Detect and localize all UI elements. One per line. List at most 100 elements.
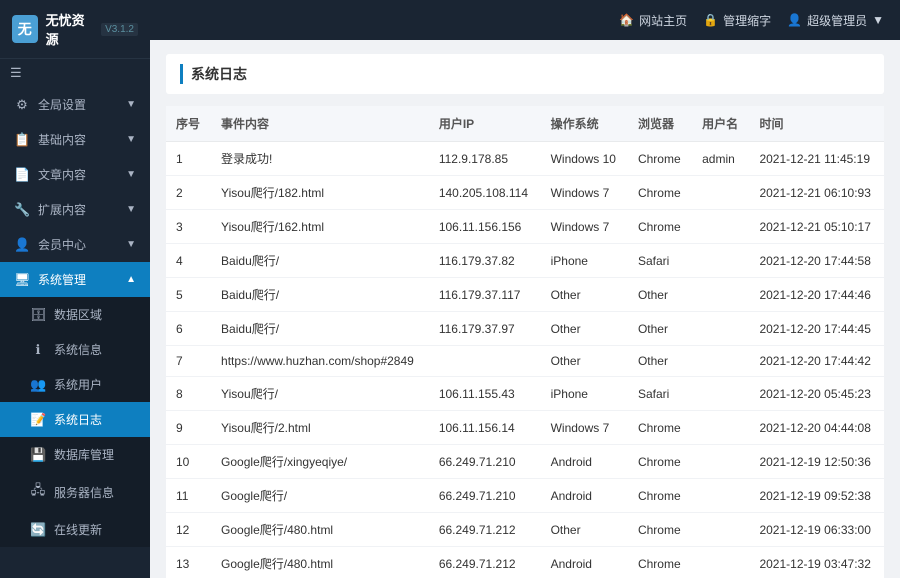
table-row: 8 Yisou爬行/ 106.11.155.43 iPhone Safari 2… [166, 377, 884, 411]
chevron-up-icon: ▲ [126, 274, 136, 285]
cell-browser: Chrome [628, 547, 692, 578]
table-header-row: 序号 事件内容 用户IP 操作系统 浏览器 用户名 时间 [166, 106, 884, 142]
user-menu[interactable]: 👤 超级管理员 ▼ [787, 12, 884, 29]
server-icon: 🖧 [30, 481, 46, 503]
table-row: 11 Google爬行/ 66.249.71.210 Android Chrom… [166, 479, 884, 513]
sidebar-item-xitong[interactable]: 🖥 系统管理 ▲ [0, 262, 150, 297]
sidebar-item-label: 系统信息 [54, 341, 102, 358]
sidebar-item-label: 数据库管理 [54, 446, 114, 463]
chevron-down-icon: ▼ [126, 169, 136, 180]
manager-link[interactable]: 🔒 管理缩字 [703, 12, 771, 29]
table-row: 12 Google爬行/480.html 66.249.71.212 Other… [166, 513, 884, 547]
cell-os: Android [541, 479, 628, 513]
cell-event: Baidu爬行/ [211, 244, 429, 278]
cell-os: iPhone [541, 244, 628, 278]
chevron-down-icon: ▼ [126, 204, 136, 215]
col-header-time: 时间 [749, 106, 884, 142]
cell-ip: 66.249.71.212 [429, 547, 541, 578]
cell-event: Yisou爬行/162.html [211, 210, 429, 244]
user-icon: 👤 [787, 13, 802, 27]
cell-ip: 112.9.178.85 [429, 142, 541, 176]
sidebar-item-huiyuan[interactable]: 👤 会员中心 ▼ [0, 227, 150, 262]
cell-time: 2021-12-21 11:45:19 [749, 142, 884, 176]
cell-os: Windows 7 [541, 210, 628, 244]
content-area: 系统日志 序号 事件内容 用户IP 操作系统 浏览器 用户名 时间 [150, 40, 900, 578]
sidebar-item-xitongrizi[interactable]: 📝 系统日志 [0, 402, 150, 437]
sidebar-item-shujuku[interactable]: 💾 数据库管理 [0, 437, 150, 472]
cell-time: 2021-12-20 17:44:45 [749, 312, 884, 346]
cell-os: Windows 7 [541, 176, 628, 210]
user-label: 超级管理员 [807, 12, 867, 29]
cell-ip: 140.205.108.114 [429, 176, 541, 210]
table-row: 13 Google爬行/480.html 66.249.71.212 Andro… [166, 547, 884, 578]
cell-event: Google爬行/480.html [211, 547, 429, 578]
cell-time: 2021-12-21 06:10:93 [749, 176, 884, 210]
cell-os: Other [541, 346, 628, 377]
database-icon: 🗄 [30, 307, 46, 323]
cell-os: Windows 10 [541, 142, 628, 176]
sidebar-item-xitongxinxi[interactable]: ℹ 系统信息 [0, 332, 150, 367]
cell-event: https://www.huzhan.com/shop#2849 [211, 346, 429, 377]
sidebar-item-gengxin[interactable]: 🔄 在线更新 [0, 512, 150, 547]
cell-user [692, 244, 749, 278]
cell-os: Other [541, 278, 628, 312]
cell-browser: Chrome [628, 176, 692, 210]
cell-browser: Safari [628, 377, 692, 411]
cell-os: Android [541, 547, 628, 578]
table-row: 10 Google爬行/xingyeqiye/ 66.249.71.210 An… [166, 445, 884, 479]
cell-event: Baidu爬行/ [211, 278, 429, 312]
sidebar-item-label: 会员中心 [38, 236, 86, 253]
col-header-os: 操作系统 [541, 106, 628, 142]
cell-event: Yisou爬行/2.html [211, 411, 429, 445]
col-header-ip: 用户IP [429, 106, 541, 142]
cell-id: 11 [166, 479, 211, 513]
sidebar-item-fuwuqi[interactable]: 🖧 服务器信息 [0, 472, 150, 512]
cell-time: 2021-12-20 17:44:58 [749, 244, 884, 278]
sidebar-item-kuozhan[interactable]: 🔧 扩展内容 ▼ [0, 192, 150, 227]
sidebar-item-jichu[interactable]: 📋 基础内容 ▼ [0, 122, 150, 157]
cell-browser: Chrome [628, 513, 692, 547]
cell-browser: Chrome [628, 210, 692, 244]
cell-user [692, 210, 749, 244]
cell-browser: Safari [628, 244, 692, 278]
storage-icon: 💾 [30, 447, 46, 463]
menu-toggle[interactable]: ☰ [0, 59, 150, 87]
cell-os: Other [541, 312, 628, 346]
sidebar-item-quanju[interactable]: ⚙ 全局设置 ▼ [0, 87, 150, 122]
sidebar: 无 无忧资源 V3.1.2 ☰ ⚙ 全局设置 ▼ 📋 基础内容 ▼ 📄 文章内容… [0, 0, 150, 578]
cell-browser: Chrome [628, 479, 692, 513]
sidebar-sub-menu: 🗄 数据区域 ℹ 系统信息 👥 系统用户 📝 系统日志 💾 数据库管理 🖧 [0, 297, 150, 547]
chevron-down-icon: ▼ [126, 99, 136, 110]
list-icon: 📋 [14, 132, 30, 148]
cell-id: 9 [166, 411, 211, 445]
cell-browser: Chrome [628, 142, 692, 176]
users-icon: 👥 [30, 377, 46, 393]
cell-event: Google爬行/480.html [211, 513, 429, 547]
sidebar-item-wenzhang[interactable]: 📄 文章内容 ▼ [0, 157, 150, 192]
system-icon: 🖥 [14, 272, 30, 288]
cell-os: iPhone [541, 377, 628, 411]
cell-time: 2021-12-19 12:50:36 [749, 445, 884, 479]
cell-os: Android [541, 445, 628, 479]
cell-id: 13 [166, 547, 211, 578]
cell-user [692, 346, 749, 377]
cell-id: 3 [166, 210, 211, 244]
chevron-down-icon: ▼ [126, 134, 136, 145]
member-icon: 👤 [14, 237, 30, 253]
col-header-user: 用户名 [692, 106, 749, 142]
cell-os: Windows 7 [541, 411, 628, 445]
home-link[interactable]: 🏠 网站主页 [619, 12, 687, 29]
cell-browser: Other [628, 312, 692, 346]
sidebar-item-shujuqyu[interactable]: 🗄 数据区域 [0, 297, 150, 332]
cell-ip: 116.179.37.97 [429, 312, 541, 346]
cell-event: Baidu爬行/ [211, 312, 429, 346]
cell-ip: 66.249.71.210 [429, 479, 541, 513]
home-label: 网站主页 [639, 12, 687, 29]
cell-browser: Other [628, 278, 692, 312]
sidebar-item-xitongyonghu[interactable]: 👥 系统用户 [0, 367, 150, 402]
cell-time: 2021-12-20 05:45:23 [749, 377, 884, 411]
sidebar-item-label: 系统用户 [54, 376, 102, 393]
sidebar-item-label: 文章内容 [38, 166, 86, 183]
cell-id: 7 [166, 346, 211, 377]
sidebar-item-label: 扩展内容 [38, 201, 86, 218]
